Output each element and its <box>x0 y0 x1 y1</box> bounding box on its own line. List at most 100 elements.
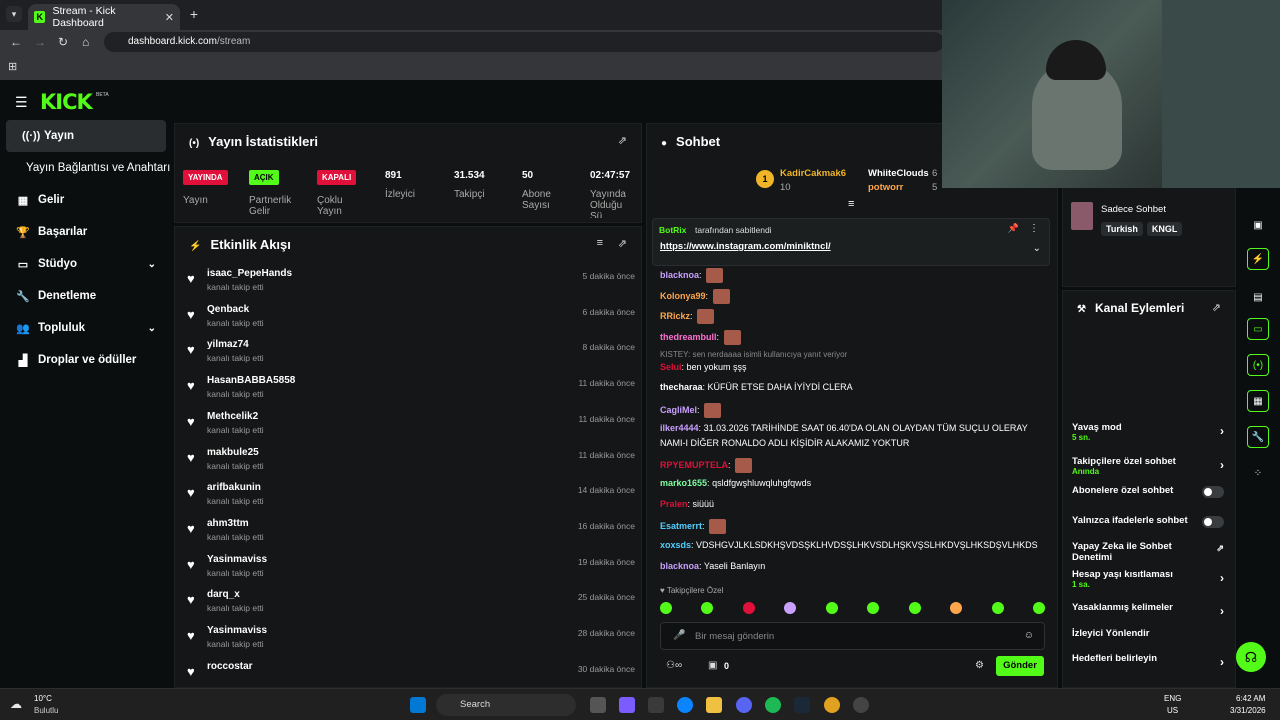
event-row[interactable]: ♥ Qenback kanalı takip etti 6 dakika önc… <box>185 303 635 337</box>
pin-icon[interactable]: 📌 <box>1008 223 1019 234</box>
discord-icon[interactable] <box>736 697 752 713</box>
language[interactable]: ENG <box>1164 694 1181 703</box>
task-view-icon[interactable] <box>590 697 606 713</box>
toggle-switch[interactable] <box>1202 516 1224 528</box>
chat-message[interactable]: Selui: ben yokum şşş <box>660 362 747 372</box>
emote-icon[interactable] <box>660 602 672 614</box>
leader-name[interactable]: WhiiteClouds <box>868 168 929 179</box>
event-row[interactable]: ♥ yilmaz74 kanalı takip etti 8 dakika ön… <box>185 338 635 372</box>
chat-username[interactable]: RPYEMUPTELA <box>660 460 728 470</box>
event-row[interactable]: ♥ Yasinmaviss kanalı takip etti 28 dakik… <box>185 624 635 658</box>
event-row[interactable]: ♥ darq_x kanalı takip etti 25 dakika önc… <box>185 588 635 622</box>
event-username[interactable]: arifbakunin <box>207 482 261 493</box>
filter-icon[interactable]: ≡ <box>597 237 603 249</box>
event-row[interactable]: ♥ isaac_PepeHands kanalı takip etti 5 da… <box>185 267 635 301</box>
event-username[interactable]: ahm3ttm <box>207 518 249 529</box>
url-field[interactable]: dashboard.kick.com/stream <box>104 32 944 52</box>
chat-message[interactable]: RPYEMUPTELA: <box>660 458 753 473</box>
sidebar-item-droplar[interactable]: ▟ Droplar ve ödüller <box>0 344 172 376</box>
add-widget-icon[interactable]: ⁘ <box>1247 462 1269 484</box>
chat-username[interactable]: xoxsds <box>660 540 691 550</box>
emote-icon[interactable] <box>1032 602 1045 614</box>
chat-message[interactable]: Esatmerrt: <box>660 519 727 534</box>
emote-icon[interactable] <box>784 602 797 614</box>
toggle-switch[interactable] <box>1202 486 1224 498</box>
event-username[interactable]: darq_x <box>207 589 240 600</box>
chat-message[interactable]: thedreambull: <box>660 330 741 345</box>
chat-username[interactable]: Kolonya99 <box>660 291 706 301</box>
chat-filter-icon[interactable]: ≡ <box>848 198 854 210</box>
gift-icon[interactable]: ▣ <box>708 660 717 671</box>
chat-message[interactable]: marko1655: qsldfgwşhluwqluhgfqwds <box>660 478 811 488</box>
chat-username[interactable]: Selui <box>660 362 682 372</box>
emote-icon[interactable] <box>950 602 963 614</box>
event-username[interactable]: makbule25 <box>207 447 259 458</box>
event-username[interactable]: isaac_PepeHands <box>207 268 292 279</box>
channel-action-row[interactable]: Hedefleri belirleyin › <box>1072 653 1232 669</box>
category-thumbnail[interactable] <box>1071 202 1093 230</box>
leader-name[interactable]: KadirCakmak6 <box>780 168 846 179</box>
channel-action-row[interactable]: Yapay Zeka ile Sohbet Denetimi ⇗ <box>1072 541 1232 563</box>
chat-message[interactable]: blacknoa: Yaseli Banlayın <box>660 561 765 571</box>
explorer-icon[interactable] <box>706 697 722 713</box>
document-icon[interactable]: ▤ <box>1247 286 1269 308</box>
chrome-icon[interactable] <box>824 697 840 713</box>
windows-start-icon[interactable] <box>410 697 426 713</box>
event-row[interactable]: ♥ roccostar 30 dakika önce <box>185 660 635 687</box>
kick-logo[interactable]: KICK <box>40 90 93 114</box>
channel-action-row[interactable]: İzleyici Yönlendir <box>1072 628 1232 639</box>
back-icon[interactable]: ← <box>10 35 22 49</box>
settings-gear-icon[interactable]: ⚙ <box>975 660 984 671</box>
tag-chip[interactable]: KNGL <box>1146 222 1183 236</box>
points-icon[interactable]: ⚇∞ <box>666 660 682 671</box>
mic-icon[interactable]: 🎤 <box>673 630 685 641</box>
reload-icon[interactable]: ↻ <box>58 35 68 49</box>
emote-icon[interactable] <box>825 602 838 614</box>
emoji-icon[interactable]: ☺ <box>1024 630 1034 641</box>
emote-icon[interactable] <box>908 602 921 614</box>
spotify-icon[interactable] <box>765 697 781 713</box>
tag-chip[interactable]: Turkish <box>1101 222 1143 236</box>
pinned-link[interactable]: https://www.instagram.com/miniktncl/ <box>660 241 831 252</box>
leader-name[interactable]: potworr <box>868 182 903 193</box>
event-username[interactable]: Methcelik2 <box>207 411 258 422</box>
popout-icon[interactable]: ⇗ <box>618 237 627 250</box>
event-row[interactable]: ♥ HasanBABBA5858 kanalı takip etti 11 da… <box>185 374 635 408</box>
chat-username[interactable]: blacknoa <box>660 270 699 280</box>
channel-action-row[interactable]: Hesap yaşı kısıtlaması 1 sa. › <box>1072 569 1232 589</box>
taskbar-search[interactable]: Search <box>436 694 576 716</box>
apps-grid-icon[interactable]: ⊞ <box>8 60 17 73</box>
event-row[interactable]: ♥ ahm3ttm kanalı takip etti 16 dakika ön… <box>185 517 635 551</box>
chat-input[interactable]: 🎤 Bir mesaj gönderin ☺ <box>660 622 1045 650</box>
menu-icon[interactable]: ☰ <box>15 94 28 111</box>
chat-username[interactable]: ilker4444 <box>660 423 699 433</box>
channel-action-row[interactable]: Yalnızca ifadelerle sohbet <box>1072 515 1232 528</box>
obs-icon[interactable] <box>853 697 869 713</box>
sidebar-item-stream-key[interactable]: Yayın Bağlantısı ve Anahtarı <box>0 152 172 184</box>
chat-message[interactable]: RRickz: <box>660 309 715 324</box>
popout-icon[interactable]: ⇗ <box>618 134 627 147</box>
event-row[interactable]: ♥ arifbakunin kanalı takip etti 14 dakik… <box>185 481 635 515</box>
chat-message[interactable]: xoxsds: VDSHGVJLKLSDKHŞVDSŞKLHVDSŞLHKVSD… <box>660 540 1038 550</box>
home-icon[interactable]: ⌂ <box>82 35 89 49</box>
chat-username[interactable]: RRickz <box>660 311 690 321</box>
wrench-icon[interactable]: 🔧 <box>1247 426 1269 448</box>
close-tab-icon[interactable]: ✕ <box>165 11 174 24</box>
broadcast-icon[interactable]: (•) <box>1247 354 1269 376</box>
forward-icon[interactable]: → <box>34 35 46 49</box>
chat-username[interactable]: thecharaa <box>660 382 703 392</box>
sidebar-item-yayin[interactable]: ((·)) Yayın <box>6 120 166 152</box>
event-username[interactable]: yilmaz74 <box>207 339 249 350</box>
event-username[interactable]: Yasinmaviss <box>207 554 267 565</box>
event-row[interactable]: ♥ makbule25 kanalı takip etti 11 dakika … <box>185 446 635 480</box>
chat-username[interactable]: Esatmerrt <box>660 521 702 531</box>
event-username[interactable]: roccostar <box>207 661 253 672</box>
chat-message[interactable]: Kolonya99: <box>660 289 730 304</box>
chat-username[interactable]: CagliMel <box>660 405 697 415</box>
event-row[interactable]: ♥ Yasinmaviss kanalı takip etti 19 dakik… <box>185 553 635 587</box>
more-icon[interactable]: ⋮ <box>1029 223 1039 234</box>
help-headset-icon[interactable]: ☊ <box>1236 642 1266 672</box>
emote-icon[interactable] <box>867 602 880 614</box>
event-username[interactable]: Qenback <box>207 304 249 315</box>
edge-icon[interactable] <box>677 697 693 713</box>
